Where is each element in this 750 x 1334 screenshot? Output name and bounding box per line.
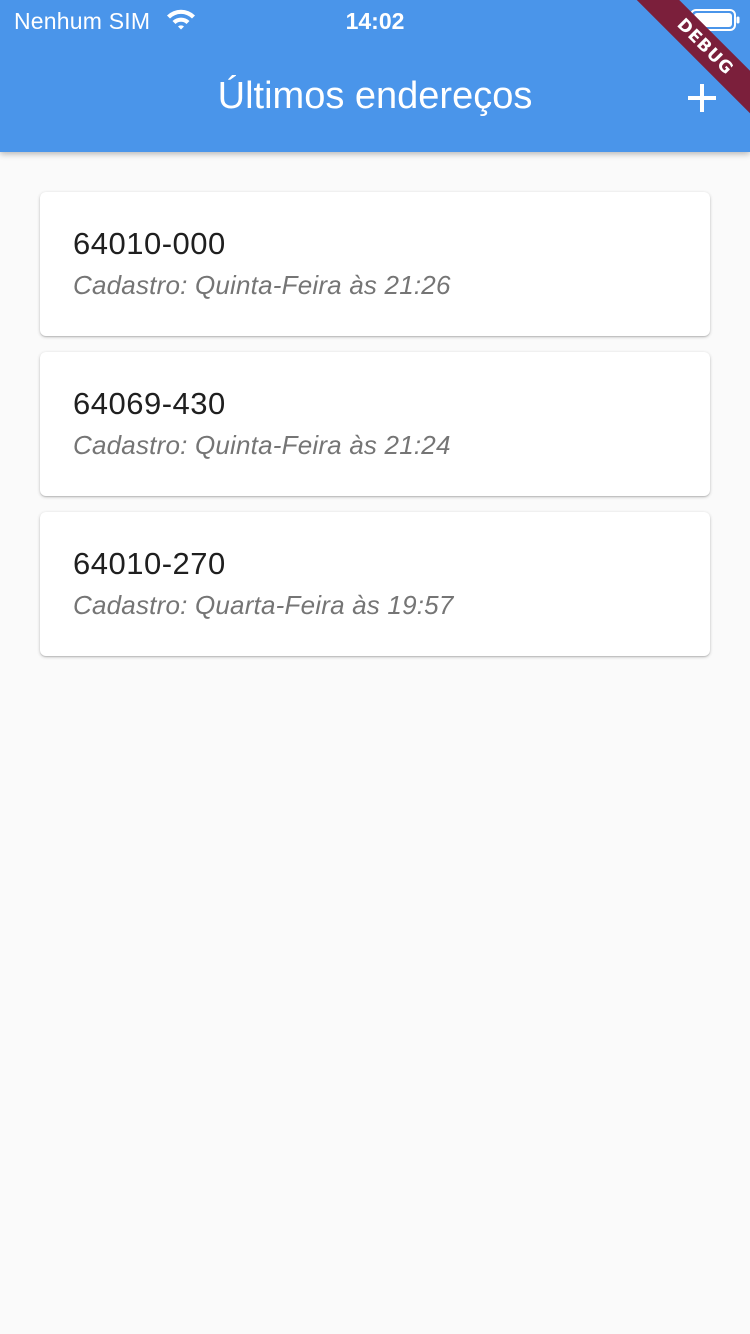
address-cep: 64010-000 xyxy=(73,226,226,261)
address-registered-date: Cadastro: Quinta-Feira às 21:24 xyxy=(73,430,451,460)
plus-icon xyxy=(688,84,716,112)
status-time: 14:02 xyxy=(345,8,405,34)
address-registered-date: Cadastro: Quarta-Feira às 19:57 xyxy=(73,590,454,620)
address-cep: 64069-430 xyxy=(73,386,226,421)
address-registered-date: Cadastro: Quinta-Feira às 21:26 xyxy=(73,270,451,300)
battery-icon xyxy=(690,9,740,31)
address-card[interactable]: 64010-000 Cadastro: Quinta-Feira às 21:2… xyxy=(40,192,710,336)
status-bar: Nenhum SIM 14:02 xyxy=(0,0,750,40)
app-bar: Nenhum SIM 14:02 Últimos endereços xyxy=(0,0,750,152)
address-card[interactable]: 64069-430 Cadastro: Quinta-Feira às 21:2… xyxy=(40,352,710,496)
address-list: 64010-000 Cadastro: Quinta-Feira às 21:2… xyxy=(40,192,710,672)
add-address-button[interactable] xyxy=(678,74,726,122)
address-card[interactable]: 64010-270 Cadastro: Quarta-Feira às 19:5… xyxy=(40,512,710,656)
page-title: Últimos endereços xyxy=(217,75,533,117)
address-cep: 64010-270 xyxy=(73,546,226,581)
